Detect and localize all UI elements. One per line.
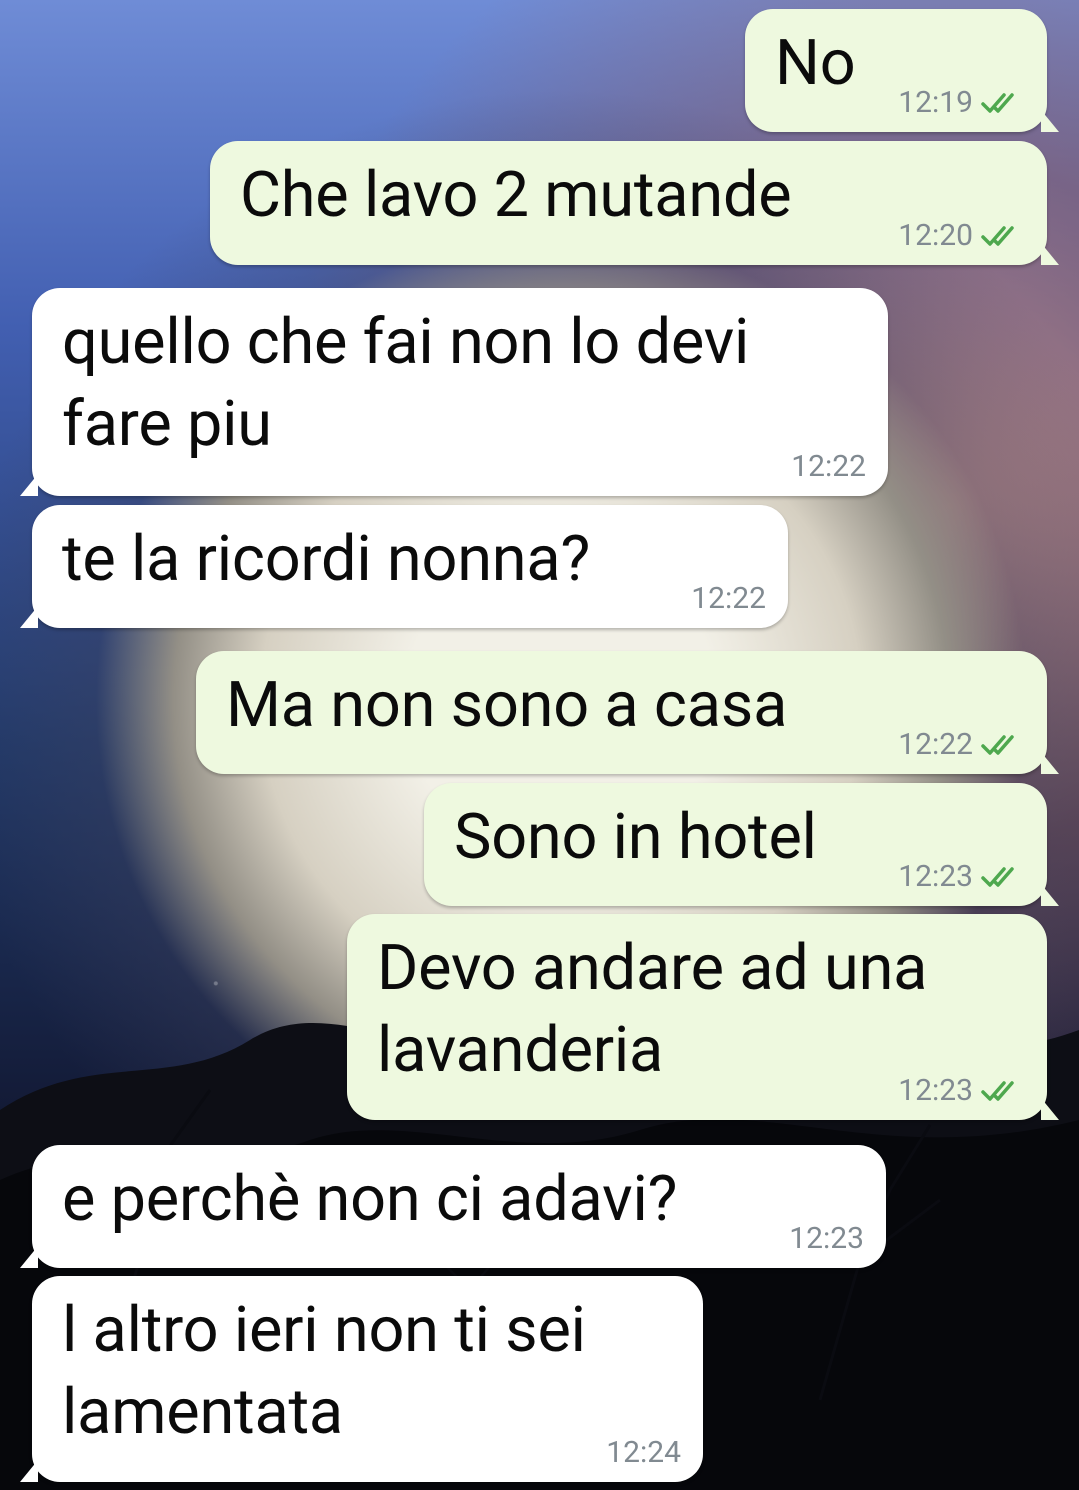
message-time: 12:22 <box>791 449 866 484</box>
message-text: Devo andare ad una lavanderia <box>377 932 928 1087</box>
message-text: l altro ieri non ti sei lamentata <box>62 1294 586 1449</box>
message-bubble-sent[interactable]: Che lavo 2 mutande 12:20 <box>210 141 1059 265</box>
message-time: 12:23 <box>898 859 973 894</box>
message-meta: 12:24 <box>606 1438 681 1468</box>
message-meta: 12:22 <box>791 452 866 482</box>
message-bubble-received[interactable]: te la ricordi nonna? 12:22 <box>20 505 788 628</box>
message-meta: 12:22 <box>898 730 1025 760</box>
message-time: 12:22 <box>691 581 766 616</box>
message-thread[interactable]: No 12:19 Che lavo 2 mutande 12:20 quello… <box>0 0 1079 1490</box>
message-time: 12:23 <box>898 1073 973 1108</box>
message-time: 12:23 <box>789 1221 864 1256</box>
message-bubble-received[interactable]: quello che fai non lo devi fare piu 12:2… <box>20 288 888 496</box>
message-meta: 12:20 <box>898 221 1025 251</box>
message-text: No <box>775 27 856 100</box>
message-time: 12:22 <box>898 727 973 762</box>
double-check-icon <box>981 93 1014 113</box>
message-text: Sono in hotel <box>454 801 817 874</box>
message-bubble-sent[interactable]: Ma non sono a casa 12:22 <box>196 651 1059 774</box>
message-meta: 12:23 <box>898 862 1025 892</box>
message-text: Ma non sono a casa <box>226 669 788 742</box>
double-check-icon <box>981 867 1014 887</box>
message-text: Che lavo 2 mutande <box>240 159 792 232</box>
message-bubble-sent[interactable]: Devo andare ad una lavanderia 12:23 <box>347 914 1059 1120</box>
message-text: te la ricordi nonna? <box>62 523 591 596</box>
message-meta: 12:19 <box>898 88 1025 118</box>
message-text: quello che fai non lo devi fare piu <box>62 306 750 461</box>
message-bubble-sent[interactable]: Sono in hotel 12:23 <box>424 783 1059 906</box>
message-meta: 12:23 <box>789 1224 864 1254</box>
message-meta: 12:22 <box>691 584 766 614</box>
message-time: 12:20 <box>898 218 973 253</box>
message-bubble-received[interactable]: e perchè non ci adavi? 12:23 <box>20 1145 886 1268</box>
message-text: e perchè non ci adavi? <box>62 1163 678 1236</box>
double-check-icon <box>981 226 1014 246</box>
message-time: 12:19 <box>898 85 973 120</box>
message-time: 12:24 <box>606 1435 681 1470</box>
message-meta: 12:23 <box>898 1076 1025 1106</box>
message-bubble-sent[interactable]: No 12:19 <box>745 9 1059 132</box>
double-check-icon <box>981 1081 1014 1101</box>
message-bubble-received[interactable]: l altro ieri non ti sei lamentata 12:24 <box>20 1276 703 1482</box>
double-check-icon <box>981 735 1014 755</box>
